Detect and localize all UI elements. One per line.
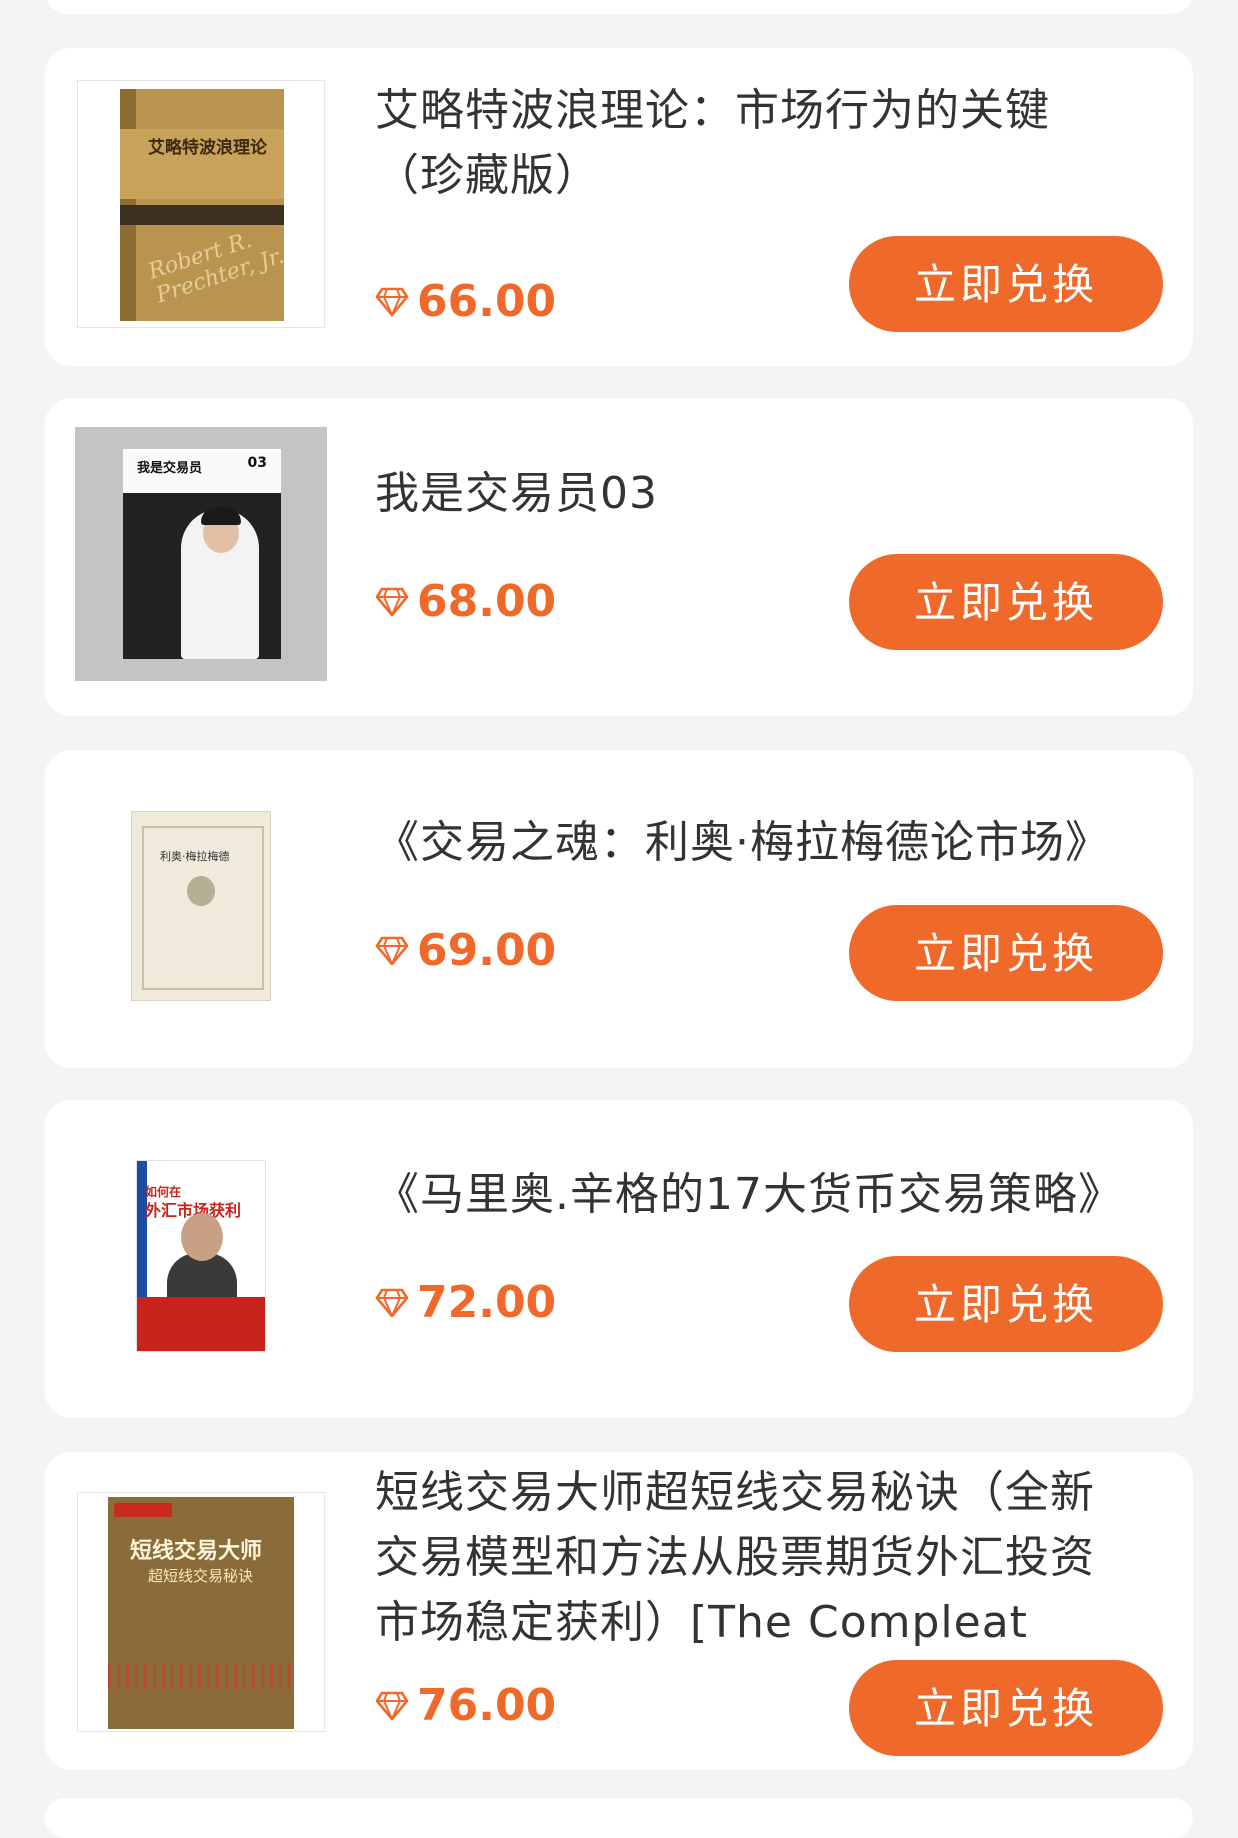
book-cover[interactable]: 利奥·梅拉梅德 (75, 780, 327, 1032)
book-cover-image: 短线交易大师 超短线交易秘诀 (77, 1492, 325, 1732)
product-card[interactable]: 短线交易大师 超短线交易秘诀 短线交易大师超短线交易秘诀（全新交易模型和方法从股… (45, 1452, 1193, 1770)
book-cover[interactable]: 我是交易员 03 (75, 427, 327, 681)
cover-title: 我是交易员 (137, 461, 203, 476)
price-value: 72.00 (417, 1277, 557, 1328)
diamond-icon (375, 936, 409, 965)
cover-title: 利奥·梅拉梅德 (160, 850, 230, 863)
price-value: 68.00 (417, 576, 557, 627)
cover-title: 短线交易大师 (130, 1539, 263, 1564)
redeem-button[interactable]: 立即兑换 (849, 554, 1163, 650)
price: 76.00 (375, 1680, 556, 1731)
cover-subtitle: 超短线交易秘诀 (148, 1567, 254, 1585)
product-card[interactable]: 利奥·梅拉梅德 《交易之魂：利奥·梅拉梅德论市场》 69.00 立即兑换 (45, 750, 1193, 1068)
price: 72.00 (375, 1277, 556, 1328)
diamond-icon (375, 1288, 409, 1317)
redeem-button[interactable]: 立即兑换 (849, 1660, 1163, 1756)
price: 68.00 (375, 576, 556, 627)
book-cover-image: 利奥·梅拉梅德 (131, 811, 271, 1001)
product-card[interactable]: 我是交易员 03 我是交易员03 68.00 立即兑换 (45, 398, 1193, 716)
book-cover-image: 如何在 外汇市场获利 (136, 1160, 266, 1352)
product-card[interactable]: 如何在 外汇市场获利 《马里奥.辛格的17大货币交易策略》 72.00 立即兑换 (45, 1100, 1193, 1418)
product-title[interactable]: 《交易之魂：利奥·梅拉梅德论市场》 (375, 810, 1113, 875)
product-title[interactable]: 艾略特波浪理论：市场行为的关键（珍藏版） (375, 78, 1113, 208)
diamond-icon (375, 287, 409, 316)
price-value: 76.00 (417, 1680, 557, 1731)
book-cover[interactable]: 短线交易大师 超短线交易秘诀 (75, 1486, 327, 1738)
price: 69.00 (375, 925, 556, 976)
product-card-partial-top (45, 0, 1193, 14)
diamond-icon (375, 587, 409, 616)
book-cover-image: 艾略特波浪理论 Robert R. Prechter, Jr. (77, 80, 325, 328)
product-card[interactable]: 艾略特波浪理论 Robert R. Prechter, Jr. 艾略特波浪理论：… (45, 48, 1193, 366)
price-value: 66.00 (417, 276, 557, 327)
cover-author: Robert R. Prechter, Jr. (145, 227, 288, 309)
book-cover-image: 我是交易员 03 (75, 427, 327, 681)
redeem-button[interactable]: 立即兑换 (849, 236, 1163, 332)
book-cover[interactable]: 如何在 外汇市场获利 (75, 1130, 327, 1382)
product-title[interactable]: 《马里奥.辛格的17大货币交易策略》 (375, 1162, 1113, 1227)
product-title[interactable]: 我是交易员03 (375, 461, 1113, 526)
redeem-button[interactable]: 立即兑换 (849, 905, 1163, 1001)
price: 66.00 (375, 276, 556, 327)
product-title[interactable]: 短线交易大师超短线交易秘诀（全新交易模型和方法从股票期货外汇投资市场稳定获利）[… (375, 1460, 1113, 1655)
price-value: 69.00 (417, 925, 557, 976)
book-cover[interactable]: 艾略特波浪理论 Robert R. Prechter, Jr. (75, 78, 327, 330)
product-card-partial-bottom (45, 1798, 1193, 1838)
cover-title: 艾略特波浪理论 (148, 138, 267, 158)
redeem-button[interactable]: 立即兑换 (849, 1256, 1163, 1352)
diamond-icon (375, 1691, 409, 1720)
cover-issue: 03 (247, 455, 267, 471)
